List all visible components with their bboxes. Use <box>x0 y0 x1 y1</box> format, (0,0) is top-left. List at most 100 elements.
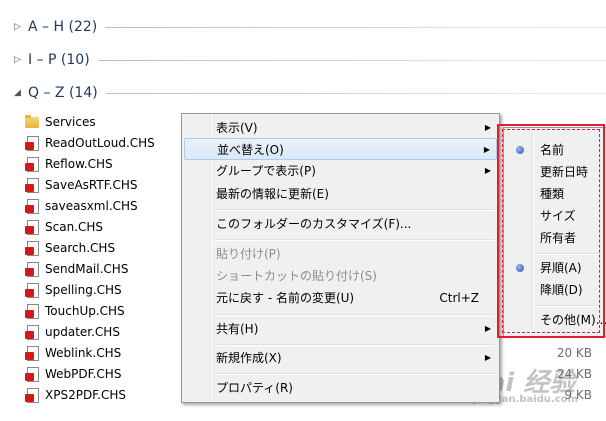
submenu-arrow-icon: ▶ <box>484 353 491 362</box>
document-icon <box>24 156 40 172</box>
context-menu: 表示(V) ▶ 並べ替え(O) ▶ グループで表示(P) ▶ 最新の情報に更新(… <box>181 113 500 403</box>
menu-item-group-by[interactable]: グループで表示(P) ▶ <box>184 160 497 182</box>
menu-item-label: 新規作成(X) <box>216 351 282 365</box>
file-name: Search.CHS <box>45 240 116 255</box>
sort-order-ascending[interactable]: 昇順(A) <box>506 257 605 279</box>
document-icon <box>24 135 40 151</box>
sort-option-more[interactable]: その他(M)... <box>506 309 606 331</box>
menu-separator <box>214 344 495 346</box>
file-name: TouchUp.CHS <box>45 303 125 318</box>
file-name: ReadOutLoud.CHS <box>45 135 155 150</box>
menu-item-label: 更新日時 <box>540 165 589 179</box>
document-icon <box>24 198 40 214</box>
file-name: WebPDF.CHS <box>45 366 122 381</box>
expanded-triangle-icon[interactable]: ◢ <box>14 88 26 98</box>
group-header-i-p[interactable]: ▷ I – P (10) <box>14 49 606 71</box>
menu-item-label: プロパティ(R) <box>216 381 293 395</box>
menu-separator <box>214 314 495 316</box>
menu-separator <box>214 373 495 375</box>
submenu-arrow-icon: ▶ <box>484 123 491 132</box>
list-item[interactable]: Reflow.CHS <box>24 153 113 174</box>
menu-item-label: 表示(V) <box>216 121 258 135</box>
menu-item-customize-folder[interactable]: このフォルダーのカスタマイズ(F)... <box>184 213 497 235</box>
menu-item-label: サイズ <box>540 209 576 223</box>
menu-item-sort-by[interactable]: 並べ替え(O) ▶ <box>184 138 497 160</box>
document-icon <box>24 177 40 193</box>
menu-item-label: このフォルダーのカスタマイズ(F)... <box>216 217 412 231</box>
list-item[interactable]: Spelling.CHS <box>24 279 122 300</box>
list-item[interactable]: WebPDF.CHS <box>24 363 121 384</box>
file-name: Services <box>45 114 96 129</box>
file-name: Spelling.CHS <box>45 282 122 297</box>
list-item[interactable]: updater.CHS <box>24 321 120 342</box>
menu-item-properties[interactable]: プロパティ(R) <box>184 377 497 399</box>
group-divider <box>105 92 606 94</box>
file-name: saveasxml.CHS <box>45 198 138 213</box>
file-name: XPS2PDF.CHS <box>45 387 126 402</box>
menu-item-label: 降順(D) <box>540 283 583 297</box>
list-item[interactable]: Scan.CHS <box>24 216 103 237</box>
menu-item-label: その他(M)... <box>540 313 606 327</box>
menu-item-paste[interactable]: 貼り付け(P) <box>184 243 497 265</box>
menu-item-label: グループで表示(P) <box>216 164 316 178</box>
group-label: I – P (10) <box>28 52 90 68</box>
menu-item-label: 昇順(A) <box>540 261 582 275</box>
menu-item-view[interactable]: 表示(V) ▶ <box>184 117 497 139</box>
document-icon <box>24 219 40 235</box>
group-header-a-h[interactable]: ▷ A – H (22) <box>14 16 606 38</box>
submenu-arrow-icon: ▶ <box>483 145 490 154</box>
folder-icon <box>24 114 40 130</box>
file-size: 20 KB <box>556 346 592 360</box>
sort-option-name[interactable]: 名前 <box>506 139 605 161</box>
group-header-q-z[interactable]: ◢ Q – Z (14) <box>14 82 606 104</box>
list-item[interactable]: ReadOutLoud.CHS <box>24 132 155 153</box>
sort-option-size[interactable]: サイズ <box>506 205 605 227</box>
radio-selected-icon <box>516 264 524 272</box>
collapsed-triangle-icon[interactable]: ▷ <box>14 22 26 32</box>
group-divider <box>97 59 606 61</box>
menu-item-label: 名前 <box>540 143 565 157</box>
file-name: SendMail.CHS <box>45 261 129 276</box>
sort-option-date-modified[interactable]: 更新日時 <box>506 161 605 183</box>
menu-item-new[interactable]: 新規作成(X) ▶ <box>184 347 497 369</box>
group-divider <box>105 26 606 28</box>
menu-item-share[interactable]: 共有(H) ▶ <box>184 318 497 340</box>
document-icon <box>24 387 40 403</box>
list-item[interactable]: TouchUp.CHS <box>24 300 125 321</box>
menu-separator <box>214 209 495 211</box>
menu-item-label: 種類 <box>540 187 565 201</box>
sort-order-descending[interactable]: 降順(D) <box>506 279 605 301</box>
menu-separator <box>214 239 495 241</box>
menu-item-label: 並べ替え(O) <box>217 143 284 157</box>
list-item[interactable]: Services <box>24 111 96 132</box>
file-name: Scan.CHS <box>45 219 104 234</box>
document-icon <box>24 324 40 340</box>
radio-selected-icon <box>516 146 524 154</box>
list-item[interactable]: XPS2PDF.CHS <box>24 384 126 405</box>
menu-item-label: 最新の情報に更新(E) <box>216 187 329 201</box>
menu-separator <box>536 305 603 307</box>
file-name: Weblink.CHS <box>45 345 122 360</box>
menu-item-label: ショートカットの貼り付け(S) <box>216 269 377 283</box>
list-item[interactable]: SendMail.CHS <box>24 258 128 279</box>
document-icon <box>24 240 40 256</box>
list-item[interactable]: Search.CHS <box>24 237 115 258</box>
menu-item-label: 元に戻す - 名前の変更(U) <box>216 291 355 305</box>
file-name: Reflow.CHS <box>45 156 113 171</box>
menu-item-undo-rename[interactable]: 元に戻す - 名前の変更(U) Ctrl+Z <box>184 287 497 309</box>
menu-item-paste-shortcut[interactable]: ショートカットの貼り付け(S) <box>184 265 497 287</box>
document-icon <box>24 345 40 361</box>
document-icon <box>24 282 40 298</box>
submenu-arrow-icon: ▶ <box>484 324 491 333</box>
sort-option-owner[interactable]: 所有者 <box>506 227 605 249</box>
list-item[interactable]: saveasxml.CHS <box>24 195 138 216</box>
file-name: SaveAsRTF.CHS <box>45 177 138 192</box>
list-item[interactable]: Weblink.CHS <box>24 342 121 363</box>
menu-item-refresh[interactable]: 最新の情報に更新(E) <box>184 183 497 205</box>
collapsed-triangle-icon[interactable]: ▷ <box>14 55 26 65</box>
document-icon <box>24 261 40 277</box>
sort-option-type[interactable]: 種類 <box>506 183 605 205</box>
list-item[interactable]: SaveAsRTF.CHS <box>24 174 138 195</box>
menu-item-label: 所有者 <box>540 231 577 245</box>
document-icon <box>24 366 40 382</box>
